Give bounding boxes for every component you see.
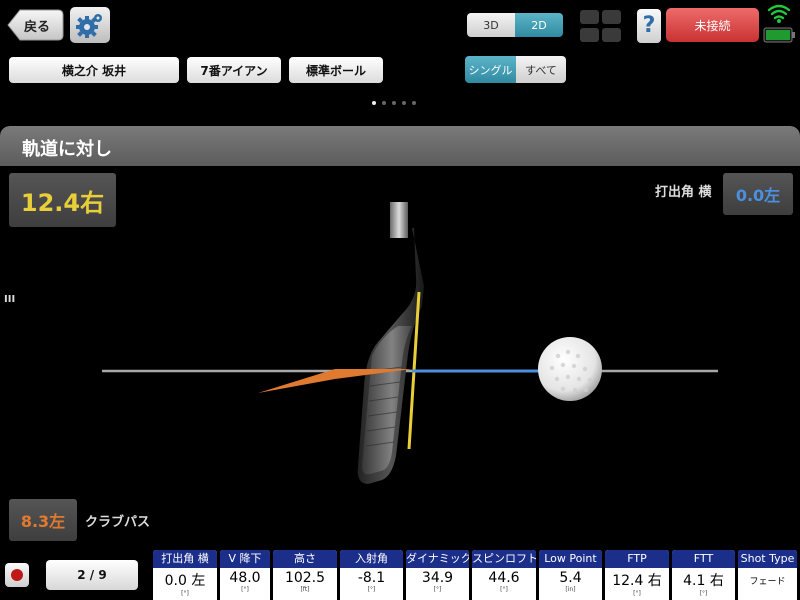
ball-selector[interactable]: 標準ボール [289,57,383,83]
metric-label: FTP [605,550,669,568]
metric-value: 4.1 右 [683,573,724,589]
club-selector[interactable]: 7番アイアン [187,57,281,83]
metric-unit: [in] [565,586,576,593]
metric-label: 打出角 横 [153,550,217,568]
metric-cell[interactable]: Low Point 5.4 [in] [539,550,602,600]
metric-value: 12.4 右 [612,573,662,589]
wifi-icon [767,4,791,20]
player-selector[interactable]: 横之介 坂井 [9,57,179,83]
metric-value: 34.9 [421,570,454,586]
metric-unit: [°] [633,590,641,597]
club-head [357,202,424,484]
club-path-label: クラブパス [85,515,151,530]
metric-value: 102.5 [284,570,326,586]
view-3d-button[interactable]: 3D [467,13,515,37]
metric-unit: [°] [181,590,189,597]
metric-value: 44.6 [488,570,520,586]
metric-unit: [ft] [300,586,310,593]
page-dot[interactable] [382,101,386,105]
page-dot[interactable] [372,101,376,105]
metric-unit: [°] [500,586,508,593]
page-dot[interactable] [392,101,396,105]
page-indicator [372,101,416,105]
metric-value: -8.1 [357,570,386,586]
help-button[interactable]: ? [637,9,661,43]
metric-cell[interactable]: Shot Type フェード [738,550,797,600]
metric-cell[interactable]: 入射角 -8.1 [°] [340,550,403,600]
settings-button[interactable] [70,7,110,43]
grid-cell [602,10,621,24]
grid-cell [602,28,621,42]
club-path-value: 8.3左 [9,499,77,541]
grid-cell [580,28,599,42]
metric-cell[interactable]: 高さ 102.5 [ft] [273,550,337,600]
metric-label: FTT [672,550,735,568]
view-2d-button[interactable]: 2D [515,13,563,37]
metric-label: スピンロフト [472,550,536,568]
page-dot[interactable] [402,101,406,105]
metric-cell[interactable]: 打出角 横 0.0 左 [°] [153,550,217,600]
panel-header: 軌道に対し [0,126,800,166]
battery-icon [763,27,795,43]
mode-single-button[interactable]: シングル [465,56,516,83]
connection-button[interactable]: 未接続 [666,8,759,42]
metric-cell[interactable]: スピンロフト 44.6 [°] [472,550,536,600]
metric-label: ダイナミックL [406,550,469,568]
metric-label: 高さ [273,550,337,568]
layout-grid-button[interactable] [580,10,622,42]
metric-label: V 降下 [220,550,270,568]
shot-counter[interactable]: 2 / 9 [46,560,138,590]
back-label: 戻る [24,20,51,35]
metric-cell[interactable]: ダイナミックL 34.9[°] [406,550,469,600]
metric-cell[interactable]: FTT 4.1 右 [°] [672,550,735,600]
mode-all-button[interactable]: すべて [516,56,566,83]
metric-value: 5.4 [559,570,582,586]
metric-cell[interactable]: V 降下 48.0 [°] [220,550,270,600]
back-button[interactable]: 戻る [6,8,64,42]
grid-cell [580,10,599,24]
wifi-battery-status [763,4,795,43]
record-icon [11,569,23,581]
metric-unit: [°] [241,586,249,593]
metric-value: 48.0 [229,570,261,586]
metric-unit: [°] [367,586,376,593]
impact-diagram [102,202,718,484]
gear-icon [76,14,102,38]
metric-value: フェード [749,577,786,587]
question-icon: ? [642,13,656,38]
metric-label: Low Point [539,550,602,568]
golf-ball [538,337,602,401]
page-dot[interactable] [412,101,416,105]
shot-mode-toggle: シングル すべて [465,56,566,83]
record-button[interactable] [5,563,29,587]
metric-cell[interactable]: FTP 12.4 右 [°] [605,550,669,600]
view-toggle: 3D 2D [467,13,563,37]
metric-value: 0.0 左 [164,573,206,589]
metric-unit: [°] [699,590,708,597]
panel-title: 軌道に対し [22,139,112,160]
metric-label: Shot Type [738,550,797,568]
metric-unit: [°] [433,586,442,593]
metric-label: 入射角 [340,550,403,568]
